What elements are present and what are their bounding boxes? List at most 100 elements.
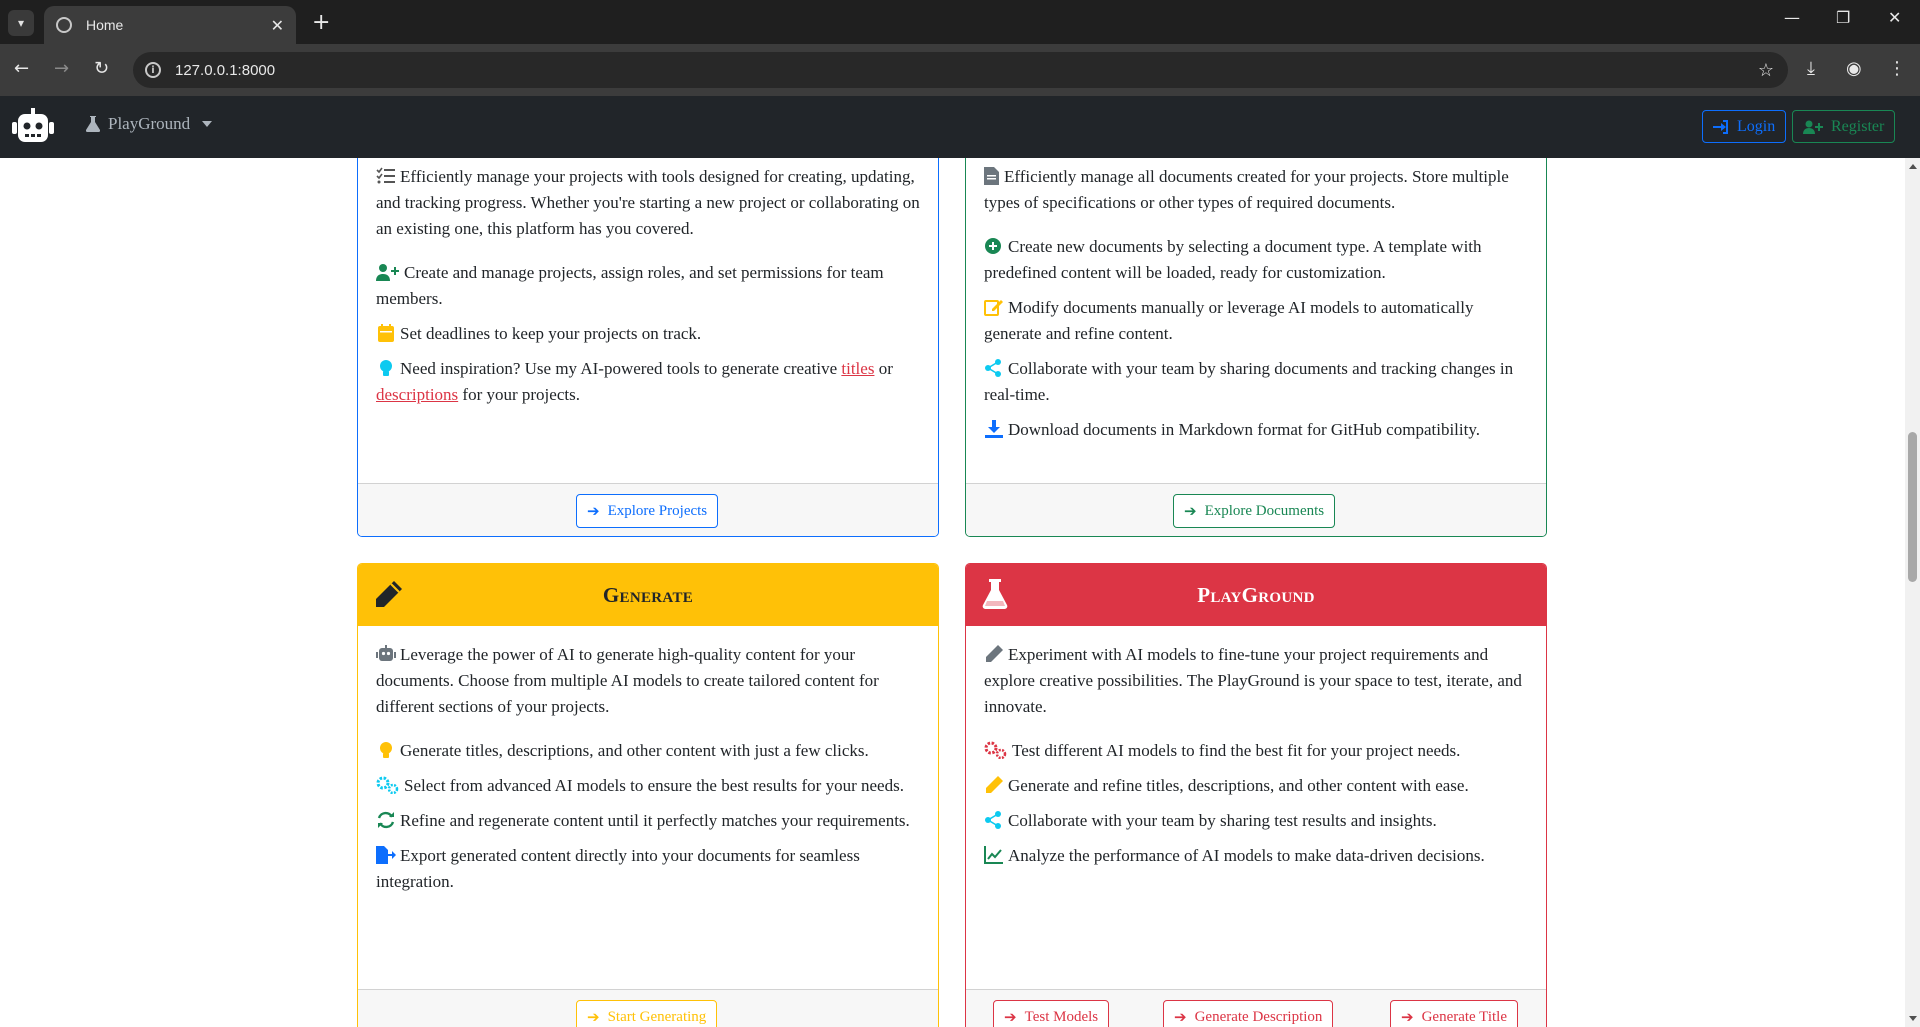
site-info-icon[interactable]: i [145,62,161,78]
list-item: Export generated content directly into y… [376,843,920,895]
list-item: Collaborate with your team by sharing do… [984,356,1528,408]
robot-logo-icon[interactable] [12,108,54,144]
list-item: Generate and refine titles, descriptions… [984,773,1528,799]
chart-line-icon [984,846,1003,864]
minimize-button[interactable]: — [1784,8,1800,27]
projects-card-body: Efficiently manage your projects with to… [358,164,938,417]
descriptions-link[interactable]: descriptions [376,385,458,404]
profile-icon[interactable]: ◉ [1846,58,1862,79]
playground-intro: Experiment with AI models to fine-tune y… [984,645,1522,716]
generate-item-2: Select from advanced AI models to ensure… [404,776,904,795]
address-bar[interactable]: i 127.0.0.1:8000 ☆ [133,52,1788,88]
calendar-icon [378,324,394,342]
generate-item-4: Export generated content directly into y… [376,846,860,891]
app-navbar: PlayGround Login Register [0,96,1920,158]
arrow-right-icon: ➔ [1004,1009,1017,1026]
generate-description-label: Generate Description [1194,1008,1323,1025]
list-item: Create and manage projects, assign roles… [376,260,920,312]
playground-item-1: Test different AI models to find the bes… [1012,741,1461,760]
documents-item-1: Create new documents by selecting a docu… [984,237,1482,282]
documents-item-2: Modify documents manually or leverage AI… [984,298,1474,343]
generate-card-title: Generate [602,582,694,607]
explore-documents-button[interactable]: ➔ Explore Documents [1173,494,1336,528]
download-icon[interactable]: ⤓ [1807,58,1815,79]
projects-item-3-text: Need inspiration? Use my AI-powered tool… [400,359,838,378]
flask-icon [86,116,100,132]
playground-item-2: Generate and refine titles, descriptions… [1008,776,1469,795]
documents-intro: Efficiently manage all documents created… [984,167,1509,212]
tab-search-button[interactable]: ▾ [8,10,34,36]
register-button[interactable]: Register [1792,110,1896,143]
playground-card-body: Experiment with AI models to fine-tune y… [966,642,1546,878]
documents-card-body: Efficiently manage all documents created… [966,164,1546,452]
projects-item-2: Set deadlines to keep your projects on t… [400,324,702,343]
projects-card-footer: ➔ Explore Projects [358,483,938,536]
arrow-right-icon: ➔ [1401,1009,1414,1026]
browser-tab-bar: ▾ Home ✕ + — ❐ ✕ [0,0,1920,44]
flask-icon [982,579,1008,609]
sign-in-icon [1713,119,1728,134]
list-item: Generate titles, descriptions, and other… [376,738,920,764]
lightbulb-icon [380,742,392,758]
refresh-icon [377,811,395,829]
login-button-label: Login [1737,117,1776,135]
explore-projects-button[interactable]: ➔ Explore Projects [576,494,719,528]
share-icon [985,359,1001,377]
edit-icon [984,300,1003,316]
share-icon [985,811,1001,829]
documents-card: Efficiently manage all documents created… [965,158,1547,537]
playground-card-header: PlayGround [966,564,1546,626]
generate-title-label: Generate Title [1421,1008,1507,1025]
playground-item-3: Collaborate with your team by sharing te… [1008,811,1437,830]
start-generating-button[interactable]: ➔ Start Generating [576,1000,718,1027]
browser-tab[interactable]: Home ✕ [44,6,296,44]
reload-button[interactable]: ↻ [94,58,109,79]
documents-item-3: Collaborate with your team by sharing do… [984,359,1514,404]
playground-dropdown[interactable]: PlayGround [86,114,213,134]
gears-icon [376,776,399,794]
generate-intro: Leverage the power of AI to generate hig… [376,645,879,716]
playground-card: PlayGround Experiment with AI models to … [965,563,1547,1027]
file-export-icon [376,846,396,864]
menu-icon[interactable]: ⋮ [1888,58,1906,79]
playground-card-footer: ➔ Test Models ➔ Generate Description ➔ G… [966,989,1546,1027]
playground-card-title: PlayGround [1197,582,1315,607]
restore-button[interactable]: ❐ [1836,8,1850,27]
user-plus-icon [376,264,399,281]
titles-link[interactable]: titles [841,359,874,378]
generate-title-button[interactable]: ➔ Generate Title [1390,1000,1518,1027]
user-plus-icon [1803,120,1823,134]
list-item: Collaborate with your team by sharing te… [984,808,1528,834]
forward-button[interactable]: → [54,58,69,79]
tab-close-icon[interactable]: ✕ [271,16,284,35]
scroll-up-arrow-icon[interactable] [1909,164,1917,169]
explore-documents-label: Explore Documents [1204,502,1325,519]
browser-toolbar: ← → ↻ i 127.0.0.1:8000 ☆ ⤓ ◉ ⋮ [0,44,1920,96]
url-text: 127.0.0.1:8000 [175,61,276,79]
generate-card-body: Leverage the power of AI to generate hig… [358,642,938,904]
list-item: Set deadlines to keep your projects on t… [376,321,920,347]
pen-icon [986,645,1003,662]
generate-card-footer: ➔ Start Generating [358,989,938,1027]
register-button-label: Register [1831,117,1885,135]
list-item: Need inspiration? Use my AI-powered tool… [376,356,920,408]
projects-item-1: Create and manage projects, assign roles… [376,263,884,308]
scroll-down-arrow-icon[interactable] [1909,1016,1917,1021]
test-models-button[interactable]: ➔ Test Models [993,1000,1110,1027]
playground-item-4: Analyze the performance of AI models to … [1008,846,1485,865]
scrollbar-thumb[interactable] [1908,432,1917,582]
window-close-button[interactable]: ✕ [1888,8,1901,27]
projects-card: Efficiently manage your projects with to… [357,158,939,537]
new-tab-button[interactable]: + [312,10,330,35]
projects-intro: Efficiently manage your projects with to… [376,167,920,238]
bookmark-star-icon[interactable]: ☆ [1758,60,1774,81]
list-item: Refine and regenerate content until it p… [376,808,920,834]
globe-icon [56,17,72,33]
login-button[interactable]: Login [1702,110,1787,143]
page-scrollbar[interactable] [1905,158,1920,1027]
arrow-right-icon: ➔ [1184,503,1197,520]
arrow-right-icon: ➔ [587,1009,600,1026]
list-item: Create new documents by selecting a docu… [984,234,1528,286]
generate-description-button[interactable]: ➔ Generate Description [1163,1000,1334,1027]
back-button[interactable]: ← [14,58,29,79]
